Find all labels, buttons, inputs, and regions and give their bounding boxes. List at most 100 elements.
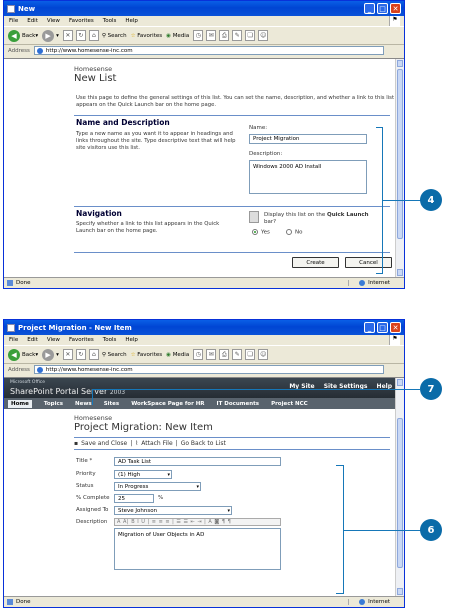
title-bar: New _ □ ✕	[4, 1, 404, 16]
forward-button[interactable]: ▶ ▾	[42, 348, 59, 361]
favorites-button[interactable]: ☆ Favorites	[131, 33, 163, 39]
menu-file[interactable]: File	[9, 337, 18, 343]
favorites-button[interactable]: ☆ Favorites	[131, 352, 163, 358]
quick-launch-icon	[249, 211, 259, 223]
scroll-up-arrow[interactable]	[397, 60, 403, 67]
maximize-button[interactable]: □	[377, 3, 388, 14]
menu-help[interactable]: Help	[125, 18, 138, 24]
page-icon	[36, 47, 43, 54]
description-textarea[interactable]: Windows 2000 AD Install	[249, 160, 367, 194]
vertical-scrollbar[interactable]	[395, 378, 404, 596]
menu-view[interactable]: View	[47, 18, 60, 24]
title-input[interactable]: AD Task List	[114, 457, 281, 466]
nav-it-documents[interactable]: IT Documents	[217, 401, 260, 407]
address-input[interactable]: http://www.homesense-inc.com	[33, 46, 384, 55]
callout-bracket-line	[336, 465, 344, 466]
favorites-label: Favorites	[137, 32, 163, 39]
refresh-icon[interactable]: ↻	[75, 30, 86, 41]
complete-input[interactable]: 25	[114, 494, 154, 503]
menu-edit[interactable]: Edit	[27, 337, 38, 343]
maximize-button[interactable]: □	[377, 322, 388, 333]
address-label: Address	[8, 366, 30, 373]
section-divider	[74, 206, 390, 207]
vertical-scrollbar[interactable]	[395, 59, 404, 277]
home-icon[interactable]: ⌂	[88, 30, 99, 41]
edit-icon[interactable]: ✎	[232, 30, 243, 41]
refresh-icon[interactable]: ↻	[75, 349, 86, 360]
question-text: Display this list on the	[264, 212, 328, 218]
back-button[interactable]: ◀ Back ▾	[8, 29, 38, 42]
attach-file-button[interactable]: Attach File	[141, 440, 172, 447]
scroll-down-arrow[interactable]	[397, 588, 403, 595]
nav-workspace-hr[interactable]: WorkSpace Page for HR	[131, 401, 204, 407]
radio-yes[interactable]: Yes	[252, 229, 270, 236]
cancel-button[interactable]: Cancel	[345, 257, 392, 268]
discuss-icon[interactable]: ❏	[245, 349, 256, 360]
callout-7: 7	[420, 378, 442, 400]
search-button[interactable]: ⚲ Search	[102, 33, 127, 39]
address-input[interactable]: http://www.homesense-inc.com	[33, 365, 384, 374]
close-button[interactable]: ✕	[390, 322, 401, 333]
mail-icon[interactable]: ✉	[206, 349, 217, 360]
menu-tools[interactable]: Tools	[103, 337, 117, 343]
name-input[interactable]: Project Migration	[249, 134, 367, 144]
menu-favorites[interactable]: Favorites	[69, 337, 94, 343]
title-bar: Project Migration - New Item _ □ ✕	[4, 320, 404, 335]
browser-toolbar: ◀ Back ▾ ▶ ▾ ✕ ↻ ⌂ ⚲ Search ☆ Favorites ◉ …	[4, 345, 404, 364]
create-button[interactable]: Create	[292, 257, 339, 268]
nav-home[interactable]: Home	[8, 399, 32, 408]
messenger-icon[interactable]: ☺	[258, 30, 269, 41]
page-content: Microsoft Office SharePoint Portal Serve…	[4, 377, 404, 596]
section-divider	[74, 252, 390, 253]
nav-topics[interactable]: Topics	[44, 401, 63, 407]
minimize-button[interactable]: _	[364, 3, 375, 14]
edit-icon[interactable]: ✎	[232, 349, 243, 360]
print-icon[interactable]: ⎙	[219, 30, 230, 41]
menu-file[interactable]: File	[9, 18, 18, 24]
messenger-icon[interactable]: ☺	[258, 349, 269, 360]
home-icon[interactable]: ⌂	[88, 349, 99, 360]
rich-text-toolbar[interactable]: A A| B I U | ≡ ≡ ≡ | ☰ ☰ ⇤ ⇥ | A ◙ ¶ ¶	[114, 518, 281, 526]
brand-year: 2003	[109, 389, 126, 396]
print-icon[interactable]: ⎙	[219, 349, 230, 360]
navigation-text: Specify whether a link to this list appe…	[76, 221, 220, 234]
scroll-thumb[interactable]	[397, 418, 403, 568]
nav-sites[interactable]: Sites	[104, 401, 119, 407]
minimize-button[interactable]: _	[364, 322, 375, 333]
scroll-thumb[interactable]	[397, 69, 403, 239]
history-icon[interactable]: ◷	[193, 349, 204, 360]
question-bold: Quick Launch	[327, 212, 369, 218]
menu-edit[interactable]: Edit	[27, 18, 38, 24]
media-button[interactable]: ◉ Media	[166, 33, 189, 39]
save-and-close-button[interactable]: Save and Close	[81, 440, 127, 447]
menu-tools[interactable]: Tools	[103, 18, 117, 24]
status-text: Done	[16, 280, 31, 286]
media-button[interactable]: ◉ Media	[166, 352, 189, 358]
status-select[interactable]: In Progress ▾	[114, 482, 201, 491]
callout-leader-line	[92, 389, 420, 390]
menu-help[interactable]: Help	[125, 337, 138, 343]
callout-6: 6	[420, 519, 442, 541]
search-button[interactable]: ⚲ Search	[102, 352, 127, 358]
priority-select[interactable]: (1) High ▾	[114, 470, 172, 479]
back-button[interactable]: ◀ Back ▾	[8, 348, 38, 361]
go-back-button[interactable]: Go Back to List	[181, 440, 226, 447]
nav-news[interactable]: News	[75, 401, 92, 407]
close-button[interactable]: ✕	[390, 3, 401, 14]
stop-icon[interactable]: ✕	[62, 349, 73, 360]
assigned-select[interactable]: Steve Johnson ▾	[114, 506, 232, 515]
scroll-up-arrow[interactable]	[397, 379, 403, 386]
discuss-icon[interactable]: ❏	[245, 30, 256, 41]
mail-icon[interactable]: ✉	[206, 30, 217, 41]
radio-no[interactable]: No	[286, 229, 302, 236]
star-icon: ☆	[130, 351, 136, 358]
forward-button[interactable]: ▶ ▾	[42, 29, 59, 42]
back-label: Back	[22, 32, 36, 39]
history-icon[interactable]: ◷	[193, 30, 204, 41]
description-textarea[interactable]: Migration of User Objects in AD	[114, 528, 281, 570]
scroll-down-arrow[interactable]	[397, 269, 403, 276]
menu-favorites[interactable]: Favorites	[69, 18, 94, 24]
stop-icon[interactable]: ✕	[62, 30, 73, 41]
nav-project-ncc[interactable]: Project NCC	[271, 401, 308, 407]
menu-view[interactable]: View	[47, 337, 60, 343]
